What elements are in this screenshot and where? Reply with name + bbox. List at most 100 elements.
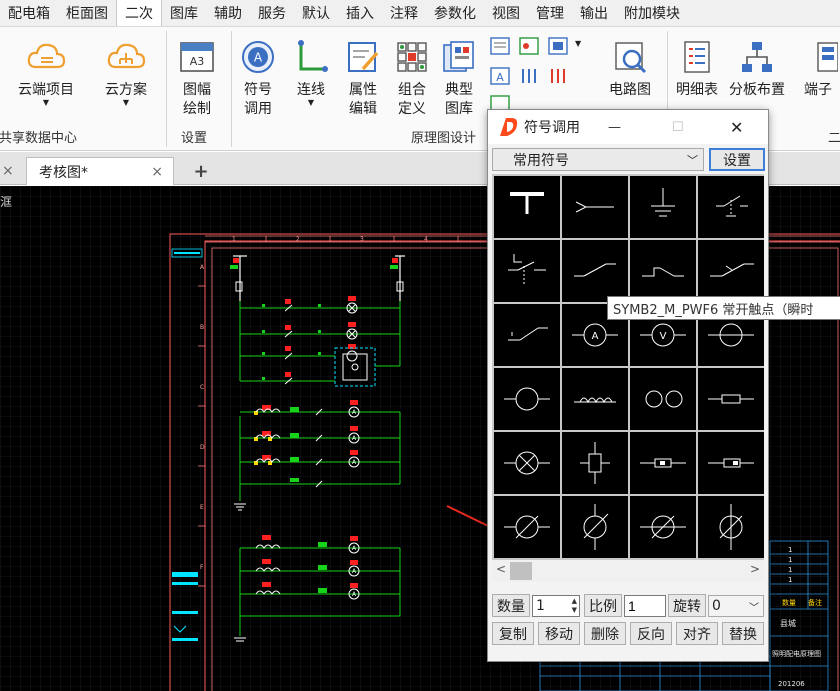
typical-library-button[interactable]: 典型 图库 bbox=[436, 37, 482, 119]
menu-tab-insert[interactable]: 插入 bbox=[338, 0, 382, 26]
menu-tab-distribution-box[interactable]: 配电箱 bbox=[0, 0, 58, 26]
scroll-right-icon[interactable]: > bbox=[750, 562, 760, 576]
symbol-category-value: 常用符号 bbox=[513, 152, 569, 169]
symbol-cell-heater[interactable] bbox=[698, 432, 764, 494]
svg-text:E: E bbox=[200, 504, 204, 511]
symbol-cell-diag-lamp[interactable] bbox=[494, 496, 560, 558]
delete-button[interactable]: 删除 bbox=[584, 622, 626, 645]
symbol-category-select[interactable]: 常用符号 ﹀ bbox=[492, 148, 704, 171]
symbol-cell-busbar[interactable] bbox=[494, 176, 560, 238]
quantity-stepper[interactable]: 1 ▲ ▼ bbox=[532, 595, 580, 617]
cloud-scheme-button[interactable]: 云方案 ▼ bbox=[96, 37, 156, 107]
svg-text:4: 4 bbox=[424, 236, 428, 243]
menu-tab-output[interactable]: 输出 bbox=[572, 0, 616, 26]
small-tool-icon[interactable] bbox=[489, 35, 511, 57]
symbol-call-dialog: 符号调用 — ☐ ✕ 常用符号 ﹀ 设置 A V < > 数量 1 ▲ ▼ 比例… bbox=[487, 109, 769, 662]
close-icon[interactable]: ✕ bbox=[730, 118, 743, 137]
dropdown-arrow-icon[interactable]: ▼ bbox=[575, 39, 581, 48]
terminal-button[interactable]: 端子 bbox=[800, 37, 840, 100]
board-layout-label: 分板布置 bbox=[729, 82, 785, 98]
stepper-arrows-icon[interactable]: ▲ ▼ bbox=[572, 597, 577, 615]
group-label-shared-data: 共享数据中心 bbox=[0, 131, 78, 146]
typical-library-icon bbox=[439, 37, 479, 77]
symbol-cell-plug[interactable] bbox=[562, 176, 628, 238]
menu-tab-default[interactable]: 默认 bbox=[294, 0, 338, 26]
symbol-cell-double-circle[interactable] bbox=[630, 368, 696, 430]
terminal-label: 端子 bbox=[804, 82, 832, 98]
circuit-check-button[interactable]: 电路图 bbox=[604, 37, 656, 100]
scale-label: 比例 bbox=[584, 594, 622, 617]
svg-text:C: C bbox=[200, 384, 204, 391]
reverse-button[interactable]: 反向 bbox=[630, 622, 672, 645]
symbol-cell-switch-ground[interactable] bbox=[698, 176, 764, 238]
svg-text:1: 1 bbox=[232, 236, 236, 243]
menu-tab-manage[interactable]: 管理 bbox=[528, 0, 572, 26]
svg-text:A3: A3 bbox=[190, 55, 205, 68]
symbol-cell-step-contact[interactable] bbox=[630, 240, 696, 302]
title-block-row-number: 1 bbox=[788, 546, 792, 554]
settings-button[interactable]: 设置 bbox=[709, 148, 765, 171]
svg-text:D: D bbox=[200, 444, 205, 451]
combo-define-button[interactable]: 组合 定义 bbox=[389, 37, 435, 119]
copy-button[interactable]: 复制 bbox=[492, 622, 534, 645]
menu-tab-cabinet-face[interactable]: 柜面图 bbox=[58, 0, 116, 26]
symbol-cell-circle[interactable] bbox=[494, 368, 560, 430]
menu-tab-addons[interactable]: 附加模块 bbox=[616, 0, 688, 26]
maximize-icon[interactable]: ☐ bbox=[672, 120, 684, 135]
minimize-icon[interactable]: — bbox=[608, 120, 621, 135]
small-tool-icon[interactable] bbox=[518, 35, 540, 57]
cloud-project-button[interactable]: 云端项目 ▼ bbox=[12, 37, 80, 107]
menu-tab-view[interactable]: 视图 bbox=[484, 0, 528, 26]
symbol-cell-resistor[interactable] bbox=[630, 432, 696, 494]
symbol-cell-diag-circle-vertical[interactable] bbox=[698, 496, 764, 558]
scrollbar-thumb[interactable] bbox=[510, 562, 532, 580]
symbol-cell-limit-switch[interactable] bbox=[494, 240, 560, 302]
rotate-select[interactable]: 0 ﹀ bbox=[708, 595, 764, 617]
title-block-qty-label: 数量 bbox=[782, 598, 796, 607]
title-block-row-number: 1 bbox=[788, 576, 792, 584]
symbol-scrollbar[interactable]: < > bbox=[492, 560, 764, 582]
board-layout-button[interactable]: 分板布置 bbox=[724, 37, 790, 100]
move-button[interactable]: 移动 bbox=[538, 622, 580, 645]
symbol-cell-diag-circle[interactable] bbox=[630, 496, 696, 558]
menu-tab-library[interactable]: 图库 bbox=[162, 0, 206, 26]
replace-button[interactable]: 替换 bbox=[722, 622, 764, 645]
menu-tab-parametric[interactable]: 参数化 bbox=[426, 0, 484, 26]
attribute-edit-label: 属性 编辑 bbox=[349, 82, 377, 117]
symbol-cell-contact[interactable] bbox=[562, 240, 628, 302]
small-tool-icon[interactable] bbox=[518, 65, 540, 87]
title-block-row-number: 1 bbox=[788, 566, 792, 574]
small-tool-icon[interactable] bbox=[547, 65, 569, 87]
menu-tab-service[interactable]: 服务 bbox=[250, 0, 294, 26]
close-icon[interactable]: × bbox=[2, 163, 14, 179]
detail-table-button[interactable]: 明细表 bbox=[672, 37, 722, 100]
close-icon[interactable]: × bbox=[151, 164, 163, 180]
symbol-cell-ground[interactable] bbox=[630, 176, 696, 238]
menu-tab-auxiliary[interactable]: 辅助 bbox=[206, 0, 250, 26]
symbol-call-button[interactable]: A 符号 调用 bbox=[235, 37, 281, 119]
attribute-edit-button[interactable]: 属性 编辑 bbox=[340, 37, 386, 119]
small-tool-icon[interactable]: A bbox=[489, 65, 511, 87]
menu-tab-annotate[interactable]: 注释 bbox=[382, 0, 426, 26]
symbol-cell-fuse[interactable] bbox=[698, 368, 764, 430]
circuit-check-label: 电路图 bbox=[609, 82, 651, 98]
symbol-cell-signal-lamp[interactable] bbox=[494, 432, 560, 494]
tab-kaohe-drawing[interactable]: 考核图* × bbox=[26, 157, 174, 185]
sheet-draw-label: 图幅 绘制 bbox=[183, 82, 211, 117]
menu-tab-secondary[interactable]: 二次 bbox=[116, 0, 162, 26]
symbol-cell-diag-lamp-vertical[interactable] bbox=[562, 496, 628, 558]
small-tool-icon[interactable] bbox=[547, 35, 569, 57]
dialog-title-bar[interactable]: 符号调用 — ☐ ✕ bbox=[488, 110, 768, 144]
scroll-left-icon[interactable]: < bbox=[496, 562, 506, 576]
add-tab-button[interactable]: + bbox=[188, 157, 214, 185]
combo-grid-icon bbox=[392, 37, 432, 77]
symbol-cell-inductor[interactable] bbox=[562, 368, 628, 430]
symbol-cell-no-contact[interactable] bbox=[698, 240, 764, 302]
previous-tab[interactable]: × bbox=[0, 157, 24, 185]
wire-button[interactable]: 连线 ▼ bbox=[288, 37, 334, 107]
symbol-cell-pwf6-contact[interactable] bbox=[494, 304, 560, 366]
scale-input[interactable] bbox=[624, 595, 666, 617]
align-button[interactable]: 对齐 bbox=[676, 622, 718, 645]
sheet-draw-button[interactable]: A3 图幅 绘制 bbox=[174, 37, 220, 119]
symbol-cell-coil[interactable] bbox=[562, 432, 628, 494]
